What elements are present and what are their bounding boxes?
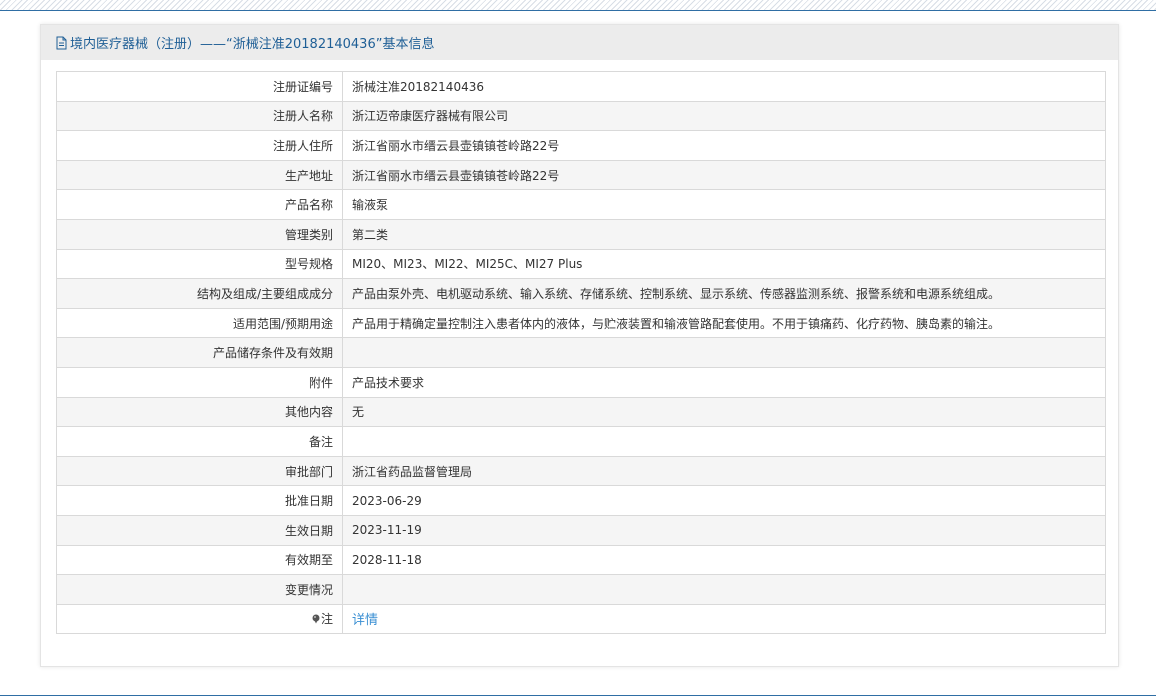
row-value: 2023-11-19 [342,514,1106,546]
row-label: 变更情况 [56,574,343,605]
row-value: 详情 [342,603,1106,635]
row-label: 有效期至 [56,544,343,576]
row-label: 生效日期 [56,514,343,546]
table-row: 变更情况 [56,574,1106,605]
panel-title: 境内医疗器械（注册）——“浙械注准20182140436”基本信息 [70,37,435,52]
table-row: 审批部门 浙江省药品监督管理局 [56,455,1106,487]
table-row: 产品名称 输液泵 [56,189,1106,220]
row-label: 备注 [56,426,343,457]
row-label: 审批部门 [56,455,343,487]
row-value: 浙械注准20182140436 [342,71,1106,102]
row-value: 产品技术要求 [342,366,1106,398]
table-row: 注册人住所 浙江省丽水市缙云县壶镇镇苍岭路22号 [56,130,1106,161]
row-label: 注册人住所 [56,130,343,161]
row-value: 浙江省丽水市缙云县壶镇镇苍岭路22号 [342,130,1106,161]
row-label: 批准日期 [56,485,343,516]
table-row: 产品储存条件及有效期 [56,337,1106,368]
table-row: 附件 产品技术要求 [56,366,1106,398]
note-pin-icon [312,613,320,624]
table-row: 生产地址 浙江省丽水市缙云县壶镇镇苍岭路22号 [56,159,1106,191]
document-icon [55,36,68,50]
row-value: 浙江迈帝康医疗器械有限公司 [342,100,1106,132]
row-value: 产品由泵外壳、电机驱动系统、输入系统、存储系统、控制系统、显示系统、传感器监测系… [342,278,1106,309]
row-label: 结构及组成/主要组成成分 [56,278,343,309]
row-label: 附件 [56,366,343,398]
row-label: 其他内容 [56,396,343,428]
note-label: 注 [320,612,333,627]
table-row: 备注 [56,426,1106,457]
table-row: 型号规格 MI20、MI23、MI22、MI25C、MI27 Plus [56,248,1106,280]
row-value: 产品用于精确定量控制注入患者体内的液体，与贮液装置和输液管路配套使用。不用于镇痛… [342,307,1106,339]
row-value [342,426,1106,457]
row-label: 产品储存条件及有效期 [56,337,343,368]
row-value: MI20、MI23、MI22、MI25C、MI27 Plus [342,248,1106,280]
table-row: 适用范围/预期用途 产品用于精确定量控制注入患者体内的液体，与贮液装置和输液管路配… [56,307,1106,339]
row-value: 2023-06-29 [342,485,1106,516]
row-label: 型号规格 [56,248,343,280]
row-label: 注 [56,603,343,635]
table-row: 有效期至 2028-11-18 [56,544,1106,576]
row-label: 生产地址 [56,159,343,191]
row-label: 适用范围/预期用途 [56,307,343,339]
row-value: 2028-11-18 [342,544,1106,576]
table-row: 注册证编号 浙械注准20182140436 [56,71,1106,102]
row-label: 注册证编号 [56,71,343,102]
row-value: 浙江省药品监督管理局 [342,455,1106,487]
table-row-note: 注 详情 [56,603,1106,635]
bottom-divider [0,695,1156,696]
table-row: 管理类别 第二类 [56,218,1106,250]
row-label: 产品名称 [56,189,343,220]
info-panel: 境内医疗器械（注册）——“浙械注准20182140436”基本信息 注册证编号浙… [40,24,1119,667]
table-row: 其他内容无 [56,396,1106,428]
table-row: 生效日期 2023-11-19 [56,514,1106,546]
row-value: 浙江省丽水市缙云县壶镇镇苍岭路22号 [342,159,1106,191]
table-row: 结构及组成/主要组成成分 产品由泵外壳、电机驱动系统、输入系统、存储系统、控制系统… [56,278,1106,309]
row-value [342,574,1106,605]
table-row: 注册人名称 浙江迈帝康医疗器械有限公司 [56,100,1106,132]
row-label: 注册人名称 [56,100,343,132]
row-label: 管理类别 [56,218,343,250]
details-link[interactable]: 详情 [352,613,378,628]
row-value: 输液泵 [342,189,1106,220]
panel-header: 境内医疗器械（注册）——“浙械注准20182140436”基本信息 [41,25,1118,60]
info-table: 注册证编号 浙械注准20182140436 注册人名称 浙江迈帝康医疗器械有限公司 注册… [56,71,1106,635]
row-value: 无 [342,396,1106,428]
table-row: 批准日期 2023-06-29 [56,485,1106,516]
top-decorative-stripe [0,0,1156,11]
row-value [342,337,1106,368]
row-value: 第二类 [342,218,1106,250]
